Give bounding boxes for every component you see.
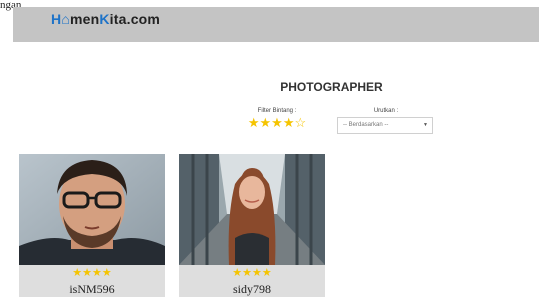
site-header: H⌂menKita.com <box>13 7 539 42</box>
logo-letter-k: K <box>99 11 110 27</box>
star-icon[interactable]: ★ <box>271 116 283 129</box>
page-title: PHOTOGRAPHER <box>280 80 383 94</box>
star-icon[interactable]: ★ <box>283 116 295 129</box>
photographer-photo[interactable] <box>19 154 165 265</box>
photographer-card[interactable]: ★★★★ isNM596 <box>19 154 165 297</box>
star-outline-icon[interactable]: ☆ <box>294 116 306 129</box>
sort-select[interactable]: -- Berdasarkan -- ▼ <box>337 117 433 134</box>
filter-label: Filter Bintang : <box>257 108 297 114</box>
star-icon[interactable]: ★ <box>260 116 272 129</box>
filter-star-rating[interactable]: ★ ★ ★ ★ ☆ <box>244 116 310 129</box>
card-star-rating: ★★★★ <box>232 267 272 279</box>
logo-domain: ita.com <box>109 11 161 27</box>
logo-letter-h: H <box>51 11 62 27</box>
star-filter: Filter Bintang : ★ ★ ★ ★ ☆ <box>244 108 310 129</box>
logo-text: men <box>69 11 100 27</box>
photographer-card[interactable]: ★★★★ sidy798 <box>179 154 325 297</box>
photographer-photo[interactable] <box>179 154 325 265</box>
chevron-down-icon: ▼ <box>423 122 428 128</box>
sort-control: Urutkan : -- Berdasarkan -- ▼ <box>337 108 435 134</box>
photographer-name[interactable]: sidy798 <box>179 282 325 296</box>
card-star-rating: ★★★★ <box>72 267 112 279</box>
logo-o-mark: ⌂ <box>61 11 70 27</box>
sort-label: Urutkan : <box>373 108 399 114</box>
photographer-name[interactable]: isNM596 <box>19 282 165 296</box>
star-icon[interactable]: ★ <box>248 116 260 129</box>
sort-selected-value: -- Berdasarkan -- <box>343 122 389 128</box>
site-logo[interactable]: H⌂menKita.com <box>51 11 160 27</box>
